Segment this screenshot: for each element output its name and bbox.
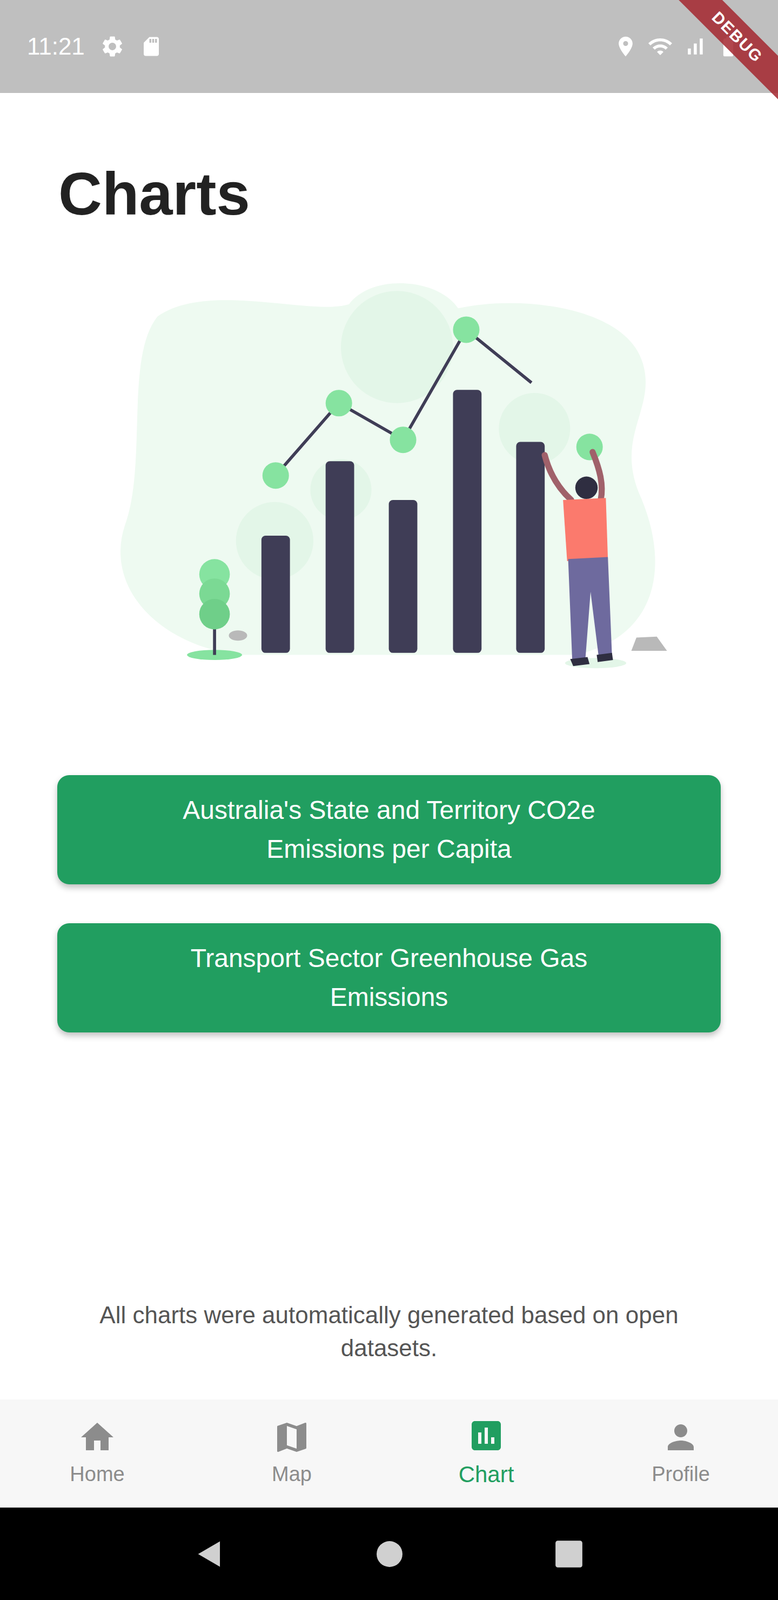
- signal-icon: [682, 34, 707, 59]
- home-circle-icon[interactable]: [375, 1539, 404, 1568]
- nav-item[interactable]: Chart: [389, 1398, 584, 1507]
- recents-icon[interactable]: [554, 1538, 584, 1568]
- sd-card-icon: [139, 35, 163, 58]
- chart-button[interactable]: Transport Sector Greenhouse Gas Emission…: [57, 922, 721, 1032]
- profile-icon: [661, 1417, 701, 1457]
- charts-page: Charts Australia's State and Territory CO…: [0, 92, 778, 1399]
- chart-button[interactable]: Australia's State and Territory CO2e Emi…: [57, 774, 721, 884]
- gear-icon: [99, 34, 125, 59]
- back-icon[interactable]: [194, 1538, 225, 1569]
- charts-illustration: [111, 275, 678, 679]
- status-time: 11:21: [27, 28, 85, 65]
- nav-item[interactable]: Map: [194, 1398, 389, 1507]
- location-icon: [613, 34, 638, 59]
- page-title: Charts: [0, 92, 778, 231]
- app-screen: 11:21DEBUGChartsAustralia's State and Te…: [0, 0, 778, 1600]
- system-nav-bar: [0, 1506, 778, 1600]
- nav-item[interactable]: Home: [0, 1398, 195, 1507]
- bottom-nav: HomeMapChartProfile: [0, 1398, 778, 1507]
- nav-item[interactable]: Profile: [583, 1398, 778, 1507]
- map-icon: [272, 1417, 312, 1457]
- chart-icon: [466, 1415, 506, 1455]
- home-icon: [77, 1417, 117, 1457]
- footer-note: All charts were automatically generated …: [0, 1297, 778, 1399]
- wifi-icon: [647, 33, 674, 60]
- status-bar: 11:21: [0, 0, 778, 93]
